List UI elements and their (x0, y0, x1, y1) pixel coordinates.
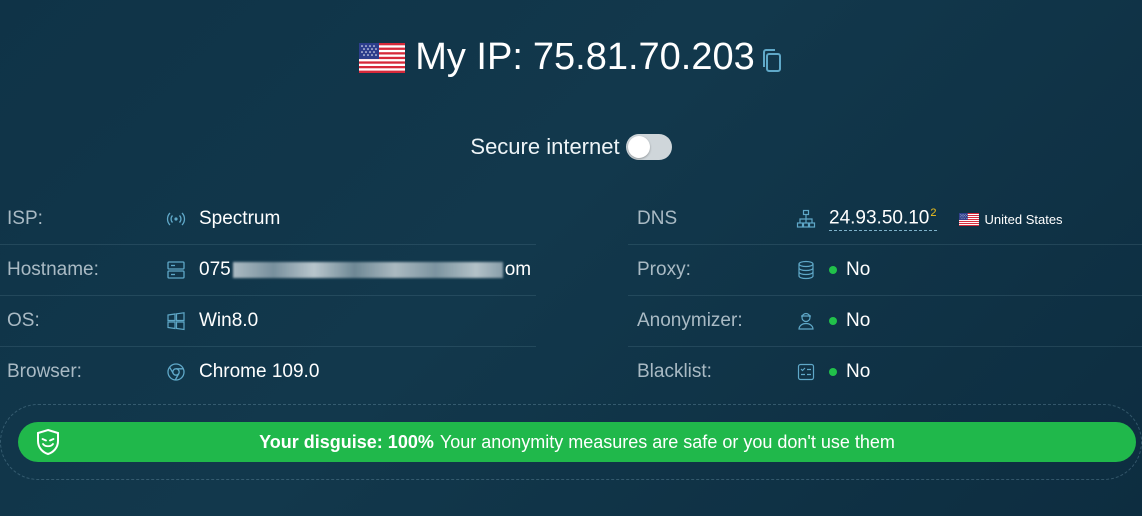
windows-icon (165, 310, 187, 332)
hostname-prefix: 075 (199, 259, 231, 280)
dns-value[interactable]: 24.93.50.102 (829, 206, 937, 232)
status-dot (829, 266, 837, 274)
ip-header: My IP: 75.81.70.203 (0, 36, 1142, 79)
blacklist-value: No (846, 361, 871, 382)
blacklist-label: Blacklist: (637, 361, 712, 382)
hostname-value: 075 om (199, 259, 531, 281)
hostname-label: Hostname: (7, 259, 99, 280)
mask-shield-icon (37, 428, 59, 456)
browser-label: Browser: (7, 361, 82, 382)
browser-row: Browser: Chrome 109.0 (0, 347, 536, 397)
dns-label: DNS (637, 208, 678, 229)
hostname-row: Hostname: 075 om (0, 245, 536, 296)
disguise-message: Your anonymity measures are safe or you … (439, 431, 895, 452)
browser-value: Chrome 109.0 (199, 361, 320, 382)
connection-info-right: DNS 24.93.50.102 United States Proxy: No… (628, 194, 1142, 397)
isp-label: ISP: (7, 208, 43, 229)
copy-icon[interactable] (761, 48, 783, 74)
os-row: OS: Win8.0 (0, 296, 536, 347)
proxy-value: No (846, 259, 871, 280)
blacklist-row: Blacklist: No (628, 347, 1142, 397)
secure-internet-toggle[interactable] (625, 134, 672, 160)
user-icon (795, 310, 817, 332)
secure-internet-label: Secure internet (470, 134, 620, 159)
wifi-signal-icon (165, 208, 187, 230)
proxy-row: Proxy: No (628, 245, 1142, 296)
anonymizer-row: Anonymizer: No (628, 296, 1142, 347)
ip-title-label: My IP: (415, 36, 523, 78)
us-flag-icon (359, 43, 405, 73)
connection-info-left: ISP: Spectrum Hostname: 075 om OS: Win8.0… (0, 194, 536, 397)
anonymizer-value: No (846, 310, 871, 331)
dns-ip: 24.93.50.10 (829, 207, 930, 229)
isp-value: Spectrum (199, 208, 281, 229)
toggle-knob (627, 136, 650, 158)
us-flag-icon (959, 213, 979, 226)
anonymizer-label: Anonymizer: (637, 310, 743, 331)
disguise-score: Your disguise: 100% (259, 431, 434, 452)
dns-count: 2 (930, 206, 937, 219)
proxy-label: Proxy: (637, 259, 691, 280)
ip-address[interactable]: 75.81.70.203 (533, 36, 755, 79)
os-value: Win8.0 (199, 310, 259, 331)
dns-row: DNS 24.93.50.102 United States (628, 194, 1142, 245)
secure-internet: Secure internet (0, 134, 1142, 160)
checklist-icon (795, 361, 817, 383)
hostname-suffix: om (504, 259, 532, 280)
isp-row: ISP: Spectrum (0, 194, 536, 245)
dns-country: United States (984, 211, 1063, 227)
page-title: My IP: 75.81.70.203 (415, 36, 783, 79)
chrome-icon (165, 361, 187, 383)
server-icon (165, 259, 187, 281)
os-label: OS: (7, 310, 40, 331)
hostname-redacted (232, 261, 503, 278)
disguise-banner: Your disguise: 100% Your anonymity measu… (18, 422, 1136, 462)
status-dot (829, 317, 837, 325)
status-dot (829, 368, 837, 376)
network-icon (795, 208, 817, 230)
database-icon (795, 259, 817, 281)
